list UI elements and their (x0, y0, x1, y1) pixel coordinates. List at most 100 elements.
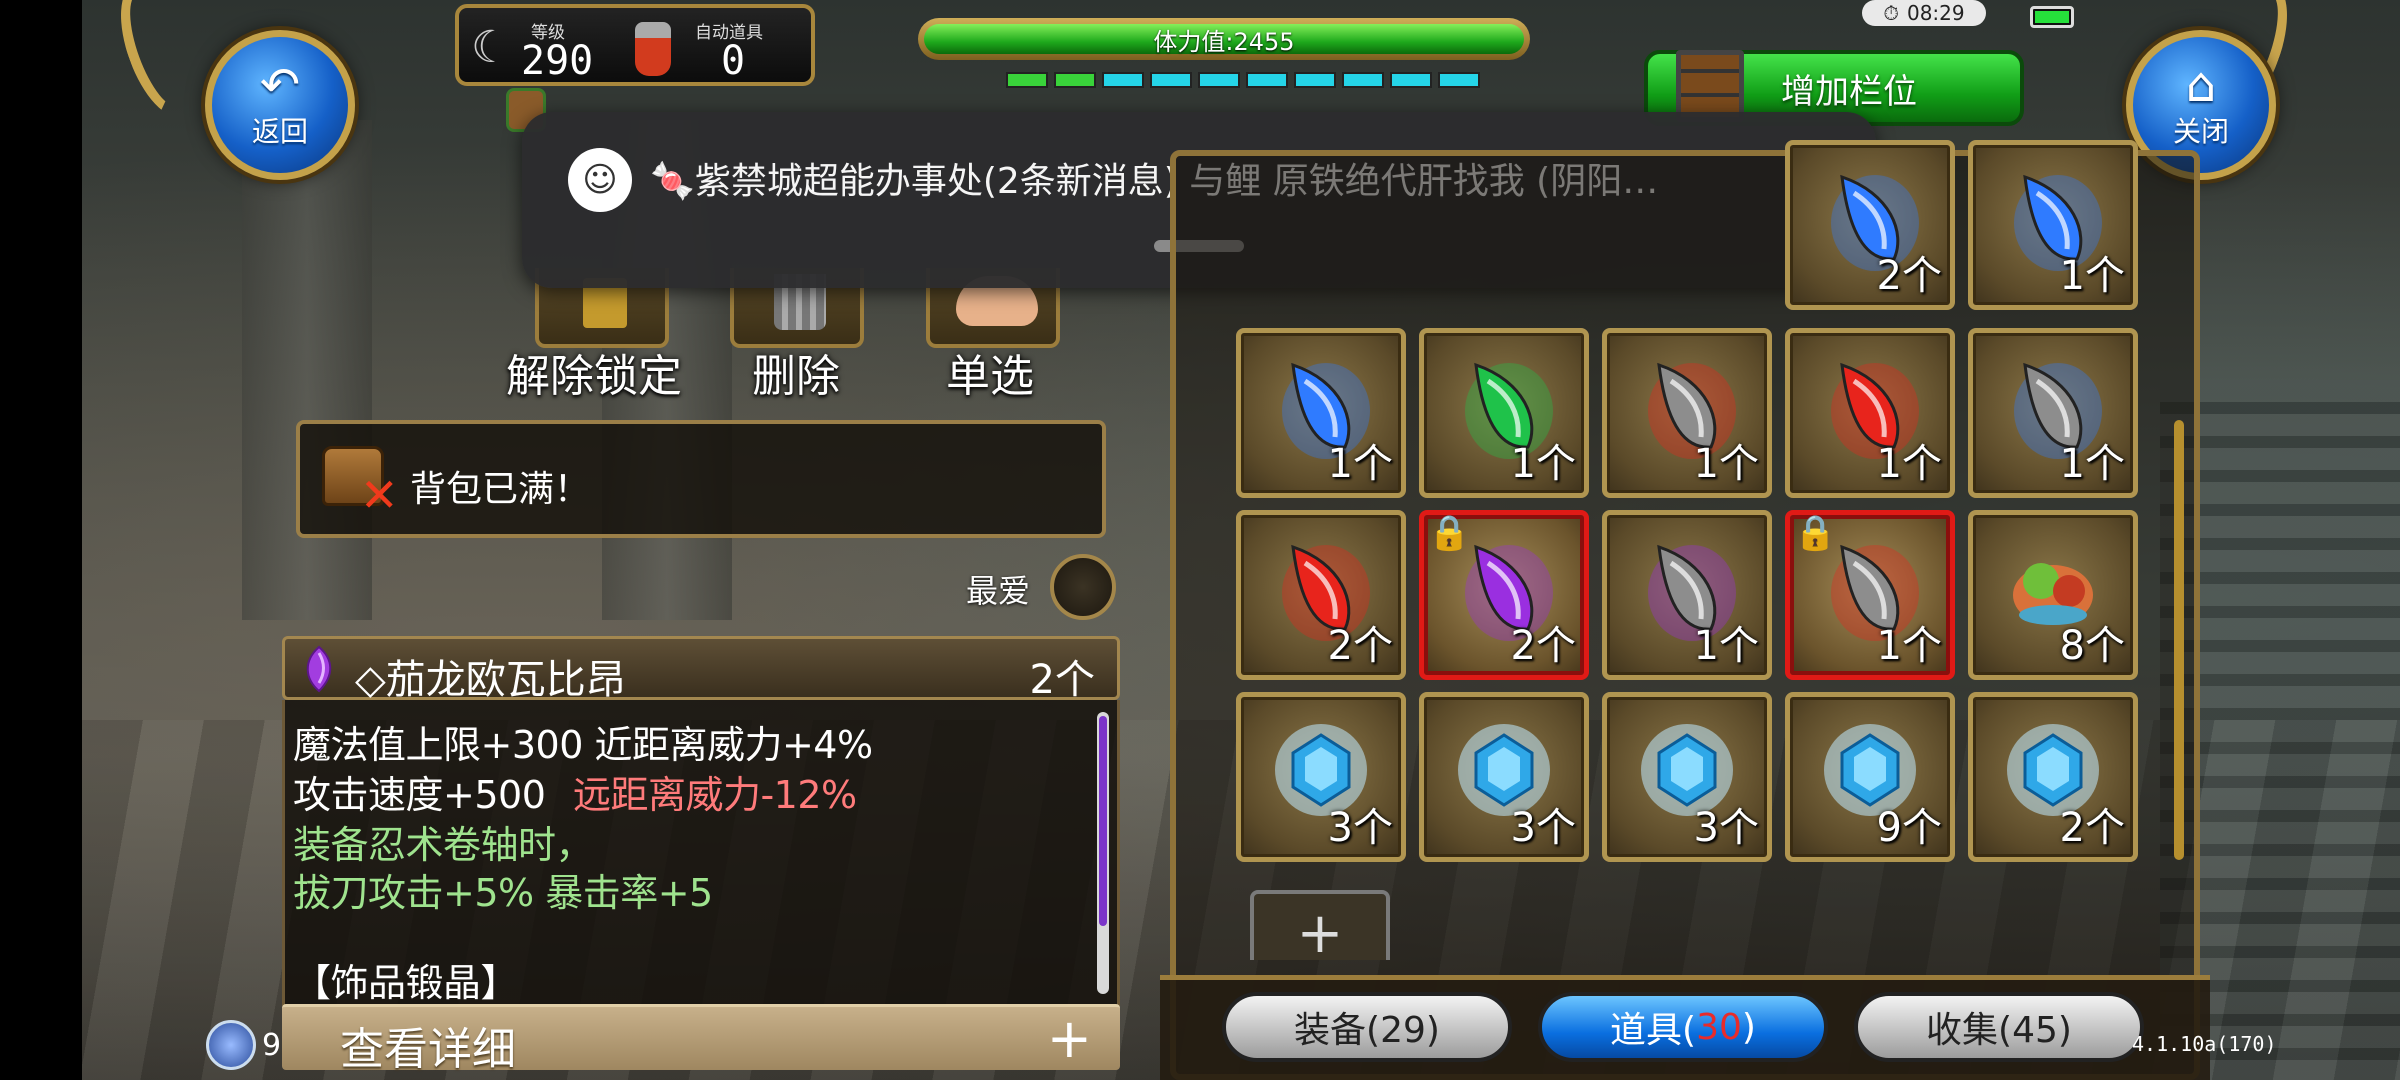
avatar: ☺ (568, 148, 632, 212)
player-status-panel: ☾ 等级 290 自动道具 0 (455, 4, 815, 86)
unlock-label[interactable]: 解除锁定 (506, 340, 682, 404)
slot-quantity: 3个 (1693, 805, 1759, 851)
tab-collection[interactable]: 收集(45) (1854, 992, 2144, 1062)
orb-value: 9 (262, 1028, 282, 1063)
item-description[interactable]: 魔法值上限+300 近距离威力+4% 攻击速度+500 远距离威力-12% 装备… (282, 700, 1120, 1006)
clock-time: 08:29 (1906, 1, 1965, 25)
plus-icon: + (1046, 1007, 1092, 1070)
home-icon: ⌂ (2185, 57, 2217, 113)
inventory-slot[interactable]: 9个 (1785, 692, 1955, 862)
stamina-segment (1390, 72, 1432, 88)
inventory-slot[interactable]: 2个 (1236, 510, 1406, 680)
slot-quantity: 2个 (1876, 253, 1942, 299)
tab-equipment[interactable]: 装备(29) (1222, 992, 1512, 1062)
favorite-toggle[interactable] (1050, 554, 1116, 620)
auto-item-value: 0 (721, 38, 746, 84)
inventory-slot[interactable]: 8个 (1968, 510, 2138, 680)
slot-quantity: 8个 (2059, 623, 2125, 669)
delete-label[interactable]: 删除 (752, 340, 840, 404)
slot-quantity: 1个 (1876, 623, 1942, 669)
lock-icon: 🔒 (1428, 513, 1471, 553)
inventory-slot[interactable]: 3个 (1602, 692, 1772, 862)
clock: ⏱ 08:29 (1862, 0, 1986, 26)
slot-quantity: 3个 (1327, 805, 1393, 851)
slot-quantity: 1个 (2059, 253, 2125, 299)
inventory-slot[interactable]: 1个 (1968, 140, 2138, 310)
slot-quantity: 1个 (1510, 441, 1576, 487)
desc-line: 拔刀攻击+5% 暴击率+5 (293, 871, 713, 915)
back-button[interactable]: ↶ 返回 (205, 30, 355, 180)
stamina-segment (1006, 72, 1048, 88)
desc-scrollbar[interactable] (1097, 712, 1109, 994)
item-name: ◇茄龙欧瓦比昂 (355, 657, 626, 703)
back-label: 返回 (251, 115, 308, 148)
lock-icon: 🔒 (1794, 513, 1837, 553)
inventory-slot[interactable]: 🔒 1个 (1785, 510, 1955, 680)
tab-items-count: 30 (1696, 1006, 1742, 1048)
inventory-slot[interactable]: 1个 (1602, 510, 1772, 680)
single-select-label[interactable]: 单选 (946, 340, 1034, 404)
slot-quantity: 2个 (2059, 805, 2125, 851)
inventory-scrollbar[interactable] (2174, 420, 2184, 860)
view-details-button[interactable]: 查看详细 + (282, 1004, 1120, 1075)
slot-quantity: 2个 (1510, 623, 1576, 669)
favorite-label: 最爱 (966, 572, 1031, 610)
inventory-slot[interactable]: 1个 (1419, 328, 1589, 498)
bag-full-text: 背包已满！ (410, 469, 591, 510)
purple-gem-icon (306, 645, 332, 693)
potion-icon (635, 22, 671, 76)
desc-line: 装备忍术卷轴时， (293, 823, 594, 867)
clock-icon: ⏱ (1883, 1, 1899, 25)
tab-items-prefix: 道具( (1610, 1010, 1697, 1051)
desc-line: 【饰品锻晶】 (293, 961, 519, 1005)
cross-icon: ✕ (360, 468, 399, 522)
desc-line: 魔法值上限+300 近距离威力+4% (293, 723, 873, 767)
tab-items[interactable]: 道具(30) (1538, 992, 1828, 1062)
inventory-slot[interactable]: 2个 (1968, 692, 2138, 862)
sickle-icon: ☾ (471, 22, 511, 73)
stamina-segment (1150, 72, 1192, 88)
stamina-segment (1246, 72, 1288, 88)
stamina-segment (1102, 72, 1144, 88)
version-text: 4.1.10a(170) (2132, 1032, 2277, 1056)
inventory-slot[interactable]: 3个 (1236, 692, 1406, 862)
stamina-segment (1438, 72, 1480, 88)
stamina-text: 体力值:2455 (924, 24, 1524, 56)
add-inventory-slot-button[interactable]: + (1250, 890, 1390, 966)
stamina-bar: 体力值:2455 (910, 14, 1530, 100)
inventory-slot[interactable]: 1个 (1602, 328, 1772, 498)
orb-icon (206, 1020, 256, 1070)
inventory-slot[interactable]: 1个 (1968, 328, 2138, 498)
desc-ranged-penalty: 远距离威力-12% (572, 773, 857, 817)
stamina-segment (1198, 72, 1240, 88)
view-details-label: 查看详细 (340, 1024, 516, 1075)
background-pillar (242, 120, 372, 620)
inventory-slot[interactable]: 1个 (1785, 328, 1955, 498)
inventory-slot[interactable]: 🔒 2个 (1419, 510, 1589, 680)
desc-line: 攻击速度+500 远距离威力-12% (293, 764, 857, 819)
stamina-segment (1054, 72, 1096, 88)
slot-quantity: 3个 (1510, 805, 1576, 851)
slot-quantity: 9个 (1876, 805, 1942, 851)
item-quantity: 2个 (1029, 657, 1095, 703)
slot-quantity: 1个 (1327, 441, 1393, 487)
tab-items-suffix: ) (1741, 1006, 1756, 1048)
inventory-slot[interactable]: 3个 (1419, 692, 1589, 862)
back-arrow-icon: ↶ (259, 57, 301, 113)
slot-quantity: 1个 (1693, 441, 1759, 487)
slot-quantity: 2个 (1327, 623, 1393, 669)
level-value: 290 (521, 38, 594, 84)
slot-quantity: 1个 (1693, 623, 1759, 669)
desc-attack-speed: 攻击速度+500 (293, 773, 546, 817)
close-label: 关闭 (2172, 115, 2229, 148)
inventory-slot[interactable]: 2个 (1785, 140, 1955, 310)
inventory-slot[interactable]: 1个 (1236, 328, 1406, 498)
tab-bar: 装备(29) 道具(30) 收集(45) (1160, 975, 2210, 1080)
add-slot-label: 增加栏位 (1781, 71, 1917, 112)
bag-full-banner: ✕ 背包已满！ (296, 420, 1106, 538)
item-title-bar: ◇茄龙欧瓦比昂 2个 (282, 636, 1120, 703)
battery-icon (2030, 6, 2074, 28)
stamina-segment (1342, 72, 1384, 88)
slot-quantity: 1个 (2059, 441, 2125, 487)
stamina-segment (1294, 72, 1336, 88)
